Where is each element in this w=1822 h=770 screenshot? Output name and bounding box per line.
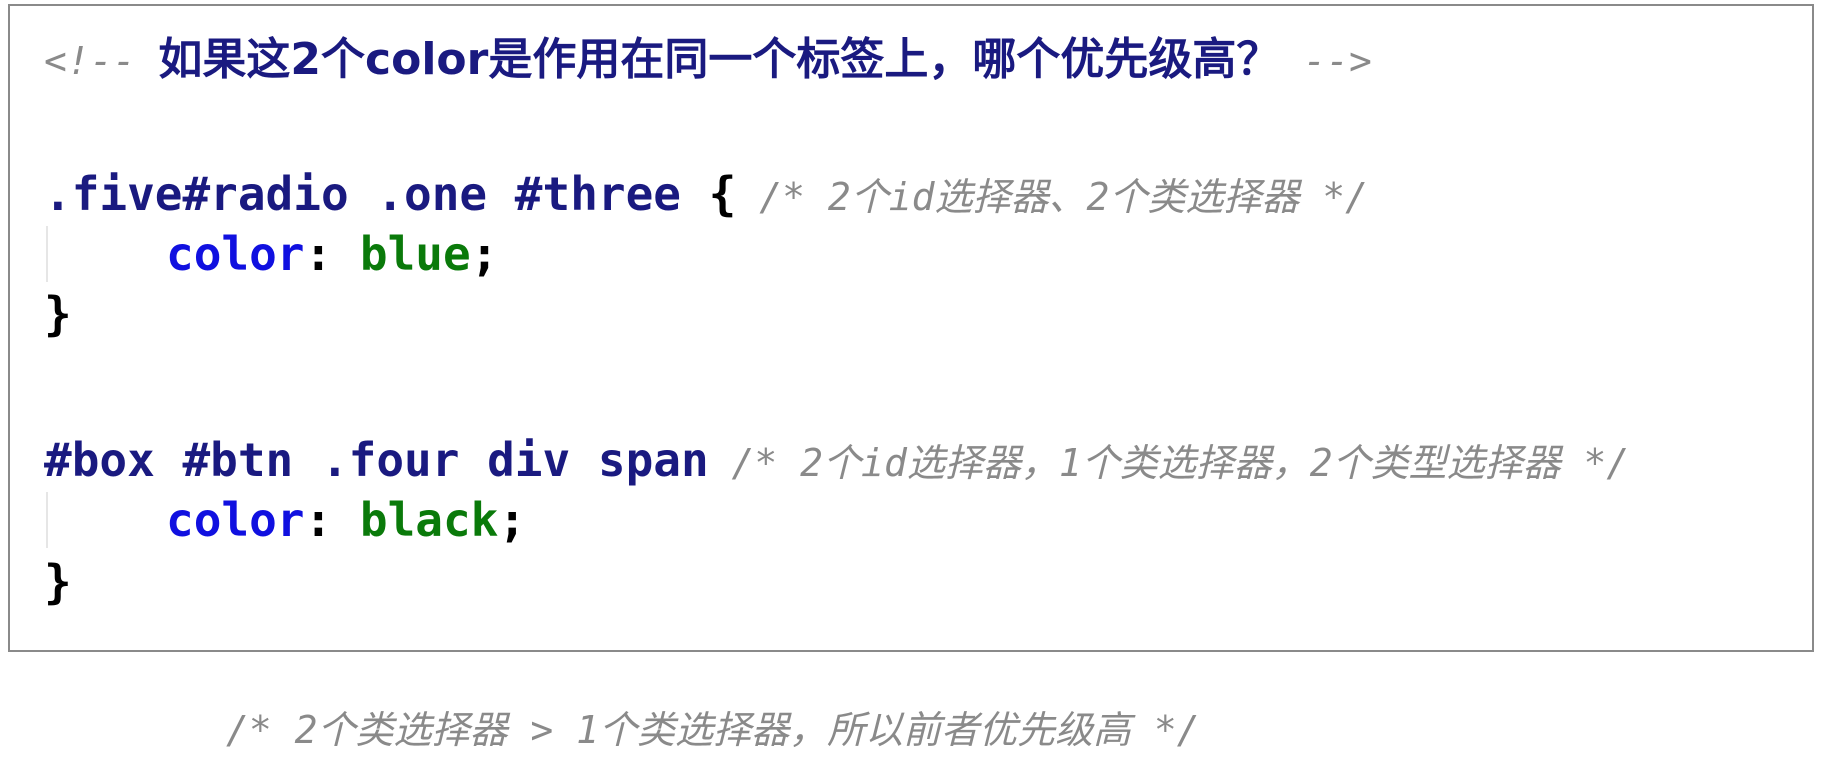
rule1-comment: /* 2个id选择器、2个类选择器 */ [736, 175, 1369, 219]
rule1-value: blue [359, 227, 471, 281]
rule2-brace-close: } [44, 555, 72, 609]
rule2-comment: /* 2个id选择器，1个类选择器，2个类型选择器 */ [708, 441, 1630, 485]
rule1-colon: : [304, 227, 360, 281]
conclusion-comment: /* 2个类选择器 > 1个类选择器，所以前者优先级高 */ [226, 708, 1200, 752]
rule1-brace-open: { [680, 167, 737, 221]
question-title: 如果这2个color是作用在同一个标签上，哪个优先级高？ [158, 34, 1281, 85]
question-comment-line: <!-- 如果这2个color是作用在同一个标签上，哪个优先级高？ --> [44, 28, 1372, 88]
rule1-declaration: color: blue; [166, 224, 498, 284]
rule1-property: color [166, 227, 305, 281]
rule2-declaration: color: black; [166, 490, 526, 550]
rule1-brace-close: } [44, 287, 72, 341]
html-comment-close: --> [1280, 39, 1372, 83]
rule1-semicolon: ; [470, 227, 499, 281]
rule2-semicolon: ; [498, 493, 527, 547]
rule2-selector-line: #box #btn .four div span /* 2个id选择器，1个类选… [44, 430, 1629, 490]
rule2-colon: : [304, 493, 360, 547]
rule1-brace-close-line: } [44, 284, 72, 344]
rule2-property: color [166, 493, 305, 547]
code-block: <!-- 如果这2个color是作用在同一个标签上，哪个优先级高？ --> .f… [8, 4, 1814, 652]
rule1-selector-line: .five#radio .one #three { /* 2个id选择器、2个类… [44, 164, 1368, 224]
rule2-value: black [359, 493, 499, 547]
rule2-selector: #box #btn .four div span [44, 433, 709, 487]
rule2-brace-close-line: } [44, 552, 72, 612]
html-comment-open: <!-- [44, 39, 159, 83]
rule2-indent-guide [46, 492, 48, 548]
rule1-selector: .five#radio .one #three [44, 167, 681, 221]
rule1-indent-guide [46, 226, 48, 282]
